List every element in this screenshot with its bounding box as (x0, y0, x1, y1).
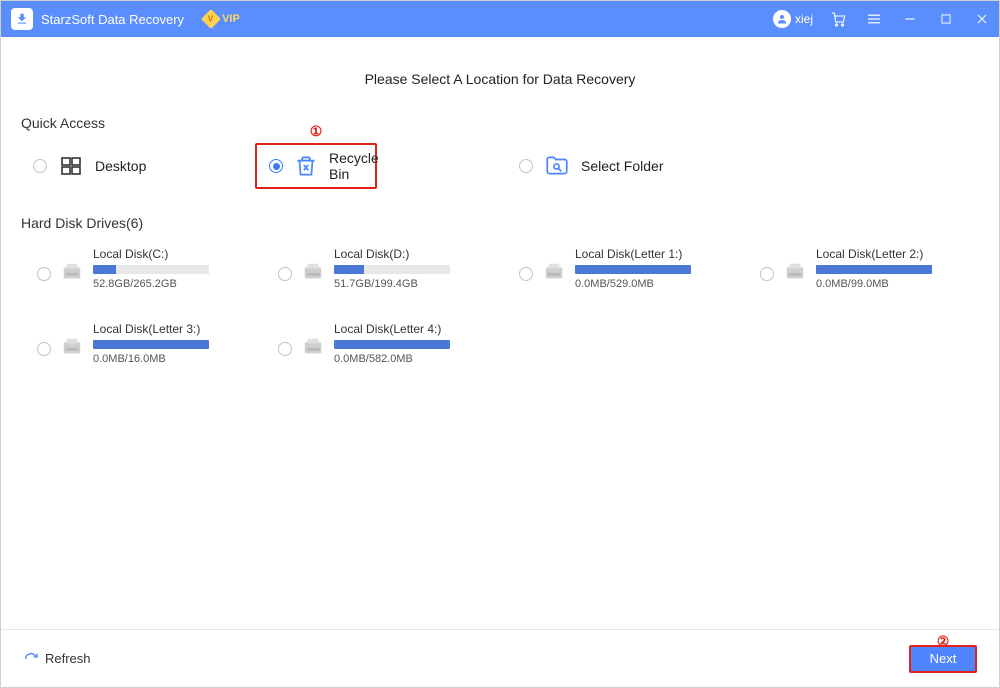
ssd-drive-icon (61, 261, 83, 283)
vip-diamond-icon (201, 9, 221, 29)
quick-access-row: Desktop ① Recycle Bin Select Folder (21, 143, 979, 189)
drive-usage-bar (93, 340, 209, 349)
radio-recycle-bin[interactable] (269, 159, 283, 173)
search-folder-icon (543, 152, 571, 180)
maximize-button[interactable] (935, 8, 957, 30)
radio-drive[interactable] (278, 342, 292, 356)
annotation-1: ① (310, 123, 323, 140)
ssd-drive-icon (302, 261, 324, 283)
footer: Refresh ② Next (1, 629, 999, 687)
drive-usage-text: 51.7GB/199.4GB (334, 278, 450, 290)
radio-drive[interactable] (37, 267, 51, 281)
drive-name: Local Disk(Letter 3:) (93, 322, 209, 336)
drive-name: Local Disk(Letter 2:) (816, 247, 932, 261)
drive-usage-text: 52.8GB/265.2GB (93, 278, 209, 290)
drive-item[interactable]: Local Disk(D:) 51.7GB/199.4GB (262, 243, 497, 290)
next-label: Next (930, 651, 957, 666)
drive-name: Local Disk(Letter 1:) (575, 247, 691, 261)
radio-drive[interactable] (278, 267, 292, 281)
vip-label: VIP (222, 13, 240, 25)
page-heading: Please Select A Location for Data Recove… (21, 71, 979, 87)
minimize-button[interactable] (899, 8, 921, 30)
quick-access-desktop[interactable]: Desktop (21, 143, 249, 189)
drive-usage-text: 0.0MB/99.0MB (816, 278, 932, 290)
recycle-bin-icon (293, 152, 319, 180)
titlebar: StarzSoft Data Recovery VIP xiej (1, 1, 999, 37)
ssd-drive-icon (61, 336, 83, 358)
radio-drive[interactable] (37, 342, 51, 356)
radio-drive[interactable] (519, 267, 533, 281)
quick-access-label: Desktop (95, 158, 146, 174)
user-avatar-icon (773, 10, 791, 28)
main-content: Please Select A Location for Data Recove… (1, 37, 999, 629)
drive-item[interactable]: Local Disk(Letter 4:) 0.0MB/582.0MB (262, 318, 497, 365)
windows-icon (57, 152, 85, 180)
drive-usage-text: 0.0MB/529.0MB (575, 278, 691, 290)
radio-drive[interactable] (760, 267, 774, 281)
user-name: xiej (795, 12, 813, 26)
drive-grid: Local Disk(C:) 52.8GB/265.2GB Local Disk(D… (21, 243, 979, 365)
quick-access-recycle-bin[interactable]: Recycle Bin (255, 143, 377, 189)
drive-item[interactable]: Local Disk(Letter 2:) 0.0MB/99.0MB (744, 243, 979, 290)
drive-item[interactable]: Local Disk(Letter 3:) 0.0MB/16.0MB (21, 318, 256, 365)
refresh-label: Refresh (45, 651, 91, 666)
radio-select-folder[interactable] (519, 159, 533, 173)
refresh-icon (23, 651, 39, 667)
quick-access-label: Recycle Bin (329, 150, 379, 182)
app-logo-icon (11, 8, 33, 30)
vip-badge: VIP (204, 12, 240, 26)
drives-title: Hard Disk Drives(6) (21, 215, 979, 231)
ssd-drive-icon (302, 336, 324, 358)
user-account[interactable]: xiej (773, 10, 813, 28)
drive-usage-bar (93, 265, 209, 274)
drive-usage-bar (334, 340, 450, 349)
cart-icon[interactable] (827, 8, 849, 30)
drive-usage-bar (334, 265, 450, 274)
app-title: StarzSoft Data Recovery (41, 12, 184, 27)
annotation-2: ② (937, 633, 950, 650)
drive-usage-text: 0.0MB/16.0MB (93, 353, 209, 365)
ssd-drive-icon (784, 261, 806, 283)
ssd-drive-icon (543, 261, 565, 283)
drive-name: Local Disk(D:) (334, 247, 450, 261)
drive-item[interactable]: Local Disk(C:) 52.8GB/265.2GB (21, 243, 256, 290)
drive-usage-bar (816, 265, 932, 274)
close-button[interactable] (971, 8, 993, 30)
radio-desktop[interactable] (33, 159, 47, 173)
menu-icon[interactable] (863, 8, 885, 30)
drive-item[interactable]: Local Disk(Letter 1:) 0.0MB/529.0MB (503, 243, 738, 290)
quick-access-select-folder[interactable]: Select Folder (507, 143, 735, 189)
quick-access-label: Select Folder (581, 158, 663, 174)
quick-access-title: Quick Access (21, 115, 979, 131)
drive-name: Local Disk(C:) (93, 247, 209, 261)
drive-usage-bar (575, 265, 691, 274)
drive-name: Local Disk(Letter 4:) (334, 322, 450, 336)
drive-usage-text: 0.0MB/582.0MB (334, 353, 450, 365)
refresh-button[interactable]: Refresh (23, 651, 91, 667)
